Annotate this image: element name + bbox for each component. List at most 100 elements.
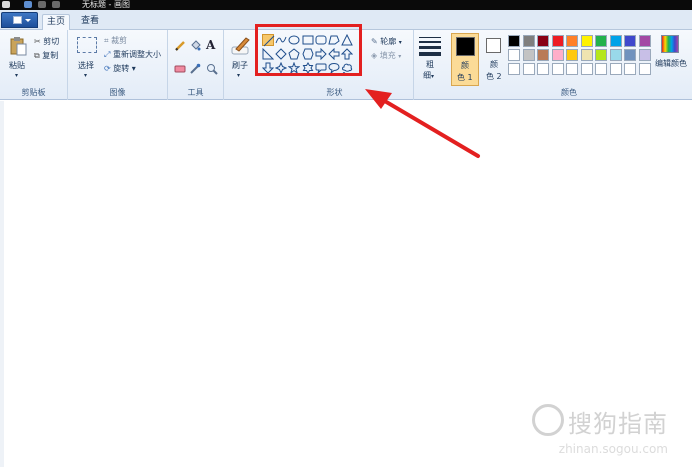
paint-app-icon[interactable] — [2, 1, 10, 8]
palette-color-swatch[interactable] — [638, 49, 651, 61]
palette-color-swatch[interactable] — [595, 35, 607, 47]
cut-button[interactable]: ✂ 剪切 — [34, 36, 59, 47]
palette-color-swatch[interactable] — [624, 49, 636, 61]
undo-icon[interactable] — [38, 1, 46, 8]
custom-color-slot[interactable] — [566, 63, 578, 75]
tools-group: A 工具 — [168, 30, 224, 100]
watermark-main: 搜狗指南 — [568, 410, 668, 438]
select-icon[interactable] — [77, 37, 97, 53]
palette-color-swatch[interactable] — [609, 35, 622, 47]
palette-color-swatch[interactable] — [566, 49, 578, 61]
color1-swatch — [456, 37, 475, 56]
palette-color-swatch[interactable] — [537, 49, 549, 61]
size-label-line1: 粗 — [426, 60, 434, 69]
paste-button[interactable] — [8, 36, 28, 56]
scissors-icon: ✂ — [34, 37, 41, 46]
palette-color-swatch[interactable] — [537, 35, 549, 47]
line-width-icon[interactable] — [419, 35, 441, 57]
shapes-group-label: 形状 — [326, 88, 343, 97]
image-group-label: 图像 — [109, 88, 126, 97]
edit-colors-label[interactable]: 编辑颜色 — [655, 58, 687, 69]
window-title: 无标题 - 画图 — [82, 0, 130, 9]
text-tool-icon[interactable]: A — [206, 38, 215, 52]
palette-color-swatch[interactable] — [551, 49, 564, 61]
crop-button[interactable]: ⌗ 裁剪 — [104, 35, 127, 46]
size-label-line2: 细▾ — [423, 71, 435, 80]
fill-bucket-icon[interactable] — [189, 40, 201, 52]
crop-icon: ⌗ — [104, 36, 109, 45]
rotate-button[interactable]: ⟳ 旋转 ▾ — [104, 63, 136, 74]
eraser-icon[interactable] — [174, 63, 186, 75]
color1-button[interactable]: 颜 色 1 — [451, 33, 479, 86]
palette-color-swatch[interactable] — [638, 35, 651, 47]
image-group: 选择 ▾ ⌗ 裁剪 ⤢ 重新调整大小 ⟳ 旋转 ▾ 图像 — [68, 30, 168, 100]
custom-color-slot[interactable] — [638, 63, 651, 75]
fill-label: 填充 — [379, 51, 396, 60]
tools-group-label: 工具 — [187, 88, 204, 97]
custom-color-slot[interactable] — [580, 63, 593, 75]
palette-color-swatch[interactable] — [624, 35, 636, 47]
resize-label: 重新调整大小 — [112, 50, 161, 59]
custom-color-slot[interactable] — [609, 63, 622, 75]
copy-button[interactable]: ⧉ 复制 — [34, 50, 58, 61]
palette-color-swatch[interactable] — [551, 35, 564, 47]
palette-color-swatch[interactable] — [580, 35, 593, 47]
chevron-down-icon: ▾ — [237, 72, 241, 79]
palette-color-swatch[interactable] — [609, 49, 622, 61]
color2-swatch — [486, 38, 501, 53]
color2-label-line2: 色 2 — [486, 72, 502, 81]
custom-color-slot[interactable] — [508, 63, 520, 75]
palette-color-swatch[interactable] — [508, 35, 520, 47]
custom-color-slot[interactable] — [624, 63, 636, 75]
fill-button[interactable]: ◈ 填充 ▾ — [371, 50, 401, 61]
color2-button[interactable]: 颜 色 2 — [483, 33, 509, 86]
outline-button[interactable]: ✎ 轮廓 ▾ — [371, 36, 402, 47]
color-picker-icon[interactable] — [189, 63, 201, 75]
outline-pen-icon: ✎ — [371, 37, 378, 46]
tab-view[interactable]: 查看 — [76, 14, 104, 30]
paste-icon — [10, 37, 27, 56]
brush-icon[interactable] — [230, 35, 252, 57]
rotate-icon: ⟳ — [104, 64, 111, 73]
palette-color-swatch[interactable] — [566, 35, 578, 47]
shapes-highlight-box — [255, 24, 362, 76]
fill-icon: ◈ — [371, 51, 378, 60]
palette-color-swatch[interactable] — [522, 35, 535, 47]
chevron-down-icon — [25, 19, 31, 22]
select-label[interactable]: 选择 — [78, 60, 94, 71]
save-icon[interactable] — [24, 1, 32, 8]
rotate-label: 旋转 — [113, 64, 130, 73]
chevron-down-icon: ▾ — [398, 39, 402, 46]
custom-color-slot[interactable] — [522, 63, 535, 75]
canvas-left-edge — [0, 101, 4, 467]
custom-color-slot[interactable] — [537, 63, 549, 75]
palette-color-swatch[interactable] — [522, 49, 535, 61]
cut-label: 剪切 — [43, 37, 60, 46]
watermark: 搜狗指南 zhinan.sogou.com — [532, 404, 668, 456]
custom-color-slot[interactable] — [595, 63, 607, 75]
palette-color-swatch[interactable] — [595, 49, 607, 61]
edit-colors-icon[interactable] — [661, 35, 679, 53]
brushes-group: 刷子 ▾ — [224, 30, 256, 100]
redo-icon[interactable] — [52, 1, 60, 8]
tab-home[interactable]: 主页 — [42, 14, 70, 31]
chevron-down-icon: ▾ — [84, 72, 88, 79]
resize-icon: ⤢ — [104, 50, 111, 59]
custom-color-slot[interactable] — [551, 63, 564, 75]
pencil-icon[interactable] — [174, 40, 186, 52]
resize-button[interactable]: ⤢ 重新调整大小 — [104, 49, 161, 60]
colors-group: 颜 色 1 颜 色 2 编辑颜色 颜色 — [446, 30, 692, 100]
copy-label: 复制 — [42, 51, 59, 60]
size-group: 粗 细▾ — [414, 30, 446, 100]
crop-label: 裁剪 — [111, 36, 128, 45]
copy-icon: ⧉ — [34, 51, 40, 60]
magnifier-icon[interactable] — [206, 63, 218, 75]
file-menu-button[interactable] — [1, 12, 38, 28]
palette-color-swatch[interactable] — [508, 49, 520, 61]
chevron-down-icon: ▾ — [15, 72, 19, 79]
watermark-sub: zhinan.sogou.com — [558, 442, 668, 456]
palette-color-swatch[interactable] — [580, 49, 593, 61]
title-bar: 无标题 - 画图 — [0, 0, 692, 10]
chevron-down-icon: ▾ — [131, 64, 136, 73]
brushes-label[interactable]: 刷子 — [232, 60, 248, 71]
